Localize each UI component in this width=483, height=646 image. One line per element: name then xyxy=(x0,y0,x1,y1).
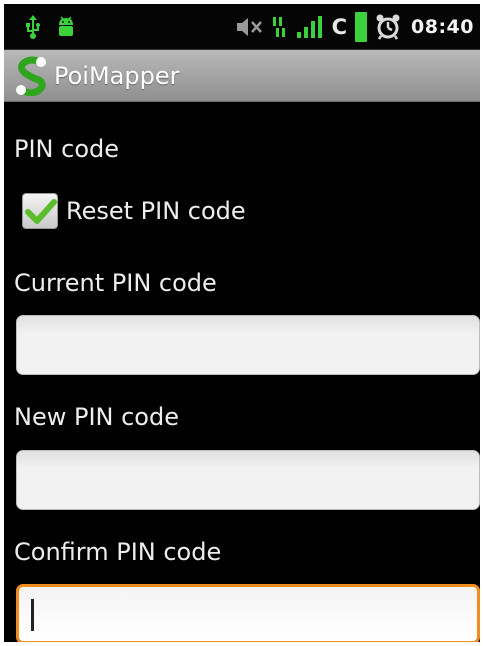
battery-icon xyxy=(355,12,368,42)
usb-icon xyxy=(24,15,42,39)
reset-pin-label: Reset PIN code xyxy=(66,197,246,225)
new-pin-field[interactable] xyxy=(16,450,480,510)
app-title: PoiMapper xyxy=(54,61,180,90)
mute-icon xyxy=(236,17,264,37)
signal-icon xyxy=(296,15,324,39)
status-clock: 08:40 xyxy=(411,16,474,38)
confirm-pin-field[interactable] xyxy=(16,584,480,642)
text-cursor xyxy=(31,599,34,631)
reset-pin-checkbox-row[interactable]: Reset PIN code xyxy=(22,193,246,229)
app-title-bar: PoiMapper xyxy=(4,50,480,102)
phone-screen: C 08:40 PoiMapper PIN code Reset PIN cod… xyxy=(4,4,480,642)
checkmark-icon xyxy=(25,199,57,224)
system-icons: C 08:40 xyxy=(236,4,474,50)
pin-settings-form: PIN code Reset PIN code Current PIN code… xyxy=(4,103,480,642)
notification-icons xyxy=(24,4,76,50)
app-logo-icon xyxy=(14,56,50,96)
current-pin-field[interactable] xyxy=(16,315,480,375)
status-bar: C 08:40 xyxy=(4,4,480,50)
new-pin-label: New PIN code xyxy=(14,403,179,431)
section-label: PIN code xyxy=(14,135,120,163)
network-type: C xyxy=(331,15,348,39)
android-debug-icon xyxy=(56,16,76,38)
confirm-pin-label: Confirm PIN code xyxy=(14,538,222,566)
current-pin-label: Current PIN code xyxy=(14,269,217,297)
data-transfer-icon xyxy=(272,15,288,39)
alarm-icon xyxy=(375,14,401,40)
reset-pin-checkbox[interactable] xyxy=(22,193,58,229)
